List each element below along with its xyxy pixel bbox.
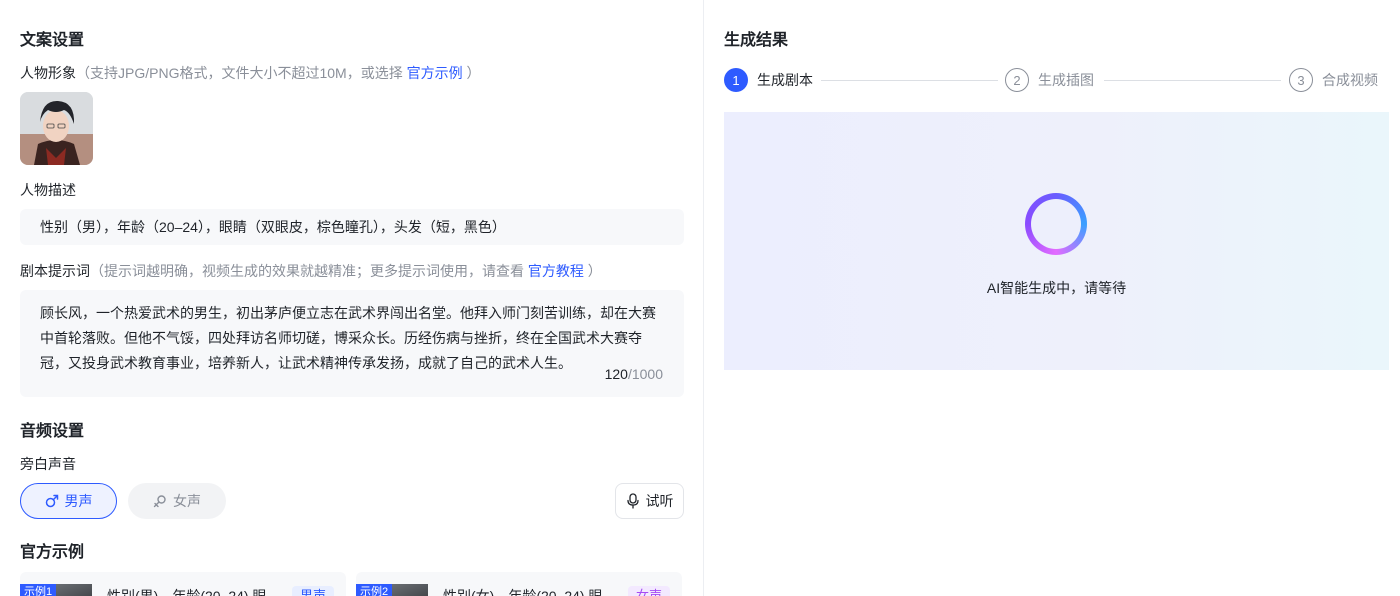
example-badge-2: 女声 [627, 586, 670, 596]
listen-label: 试听 [645, 493, 674, 509]
script-prompt-textarea[interactable]: 顾长风，一个热爱武术的男生，初出茅庐便立志在武术界闯出名堂。他拜入师门刻苦训练，… [20, 290, 684, 397]
settings-panel: 文案设置 人物形象（支持JPG/PNG格式，文件大小不超过10M，或选择 官方示… [0, 0, 704, 596]
narration-voice-label: 旁白声音 [20, 456, 76, 472]
script-prompt-hint-end: ） [587, 263, 602, 279]
example-badge-1: 男声 [291, 586, 334, 596]
example-thumbnail-1 [56, 584, 92, 596]
official-tutorial-link[interactable]: 官方教程 [528, 263, 584, 279]
female-voice-button[interactable]: 女声 [128, 483, 226, 519]
progress-steps: 1 生成剧本 2 生成插图 3 合成视频 [724, 68, 1400, 92]
examples-title: 官方示例 [20, 544, 85, 561]
step-connector-2 [1104, 80, 1281, 81]
example-card-1[interactable]: 示例1 性别(男)，年龄(20–24),眼 男声 [20, 572, 346, 596]
step-number-1: 1 [724, 68, 748, 92]
step-generate-script[interactable]: 1 生成剧本 [724, 68, 813, 92]
result-panel: 生成结果 1 生成剧本 2 生成插图 3 合成视频 AI智能生成中，请等待 [705, 0, 1400, 596]
character-portrait-icon [20, 92, 93, 165]
example-text-1: 性别(男)，年龄(20–24),眼 [107, 588, 267, 596]
step-connector-1 [821, 80, 998, 81]
result-title: 生成结果 [724, 32, 789, 49]
loading-spinner-icon [1025, 193, 1087, 255]
character-desc-input[interactable]: 性别（男），年龄（20–24），眼睛（双眼皮，棕色瞳孔），头发（短，黑色） [20, 209, 684, 245]
char-count: 120 [604, 366, 628, 382]
listen-button[interactable]: 试听 [615, 483, 684, 519]
character-avatar-image[interactable] [20, 92, 93, 165]
step-compose-video[interactable]: 3 合成视频 [1289, 68, 1378, 92]
step-label-2: 生成插图 [1038, 72, 1094, 88]
example-tag-1: 示例1 [20, 584, 57, 596]
male-voice-label: 男声 [64, 493, 93, 509]
step-generate-illustration[interactable]: 2 生成插图 [1005, 68, 1094, 92]
official-example-link[interactable]: 官方示例 [407, 65, 463, 81]
example-thumbnail-2 [392, 584, 428, 596]
audio-settings-title: 音频设置 [20, 423, 85, 440]
example-text-2: 性别(女)，年龄(20–24),眼 [443, 588, 603, 596]
script-prompt-label: 剧本提示词 [20, 263, 90, 279]
script-prompt-hint: （提示词越明确，视频生成的效果就越精准；更多提示词使用，请查看 [90, 263, 524, 279]
female-voice-label: 女声 [173, 493, 201, 509]
generating-status-text: AI智能生成中，请等待 [986, 280, 1127, 296]
script-prompt-label-row: 剧本提示词（提示词越明确，视频生成的效果就越精准；更多提示词使用，请查看 官方教… [20, 261, 602, 281]
script-prompt-text: 顾长风，一个热爱武术的男生，初出茅庐便立志在武术界闯出名堂。他拜入师门刻苦训练，… [40, 305, 656, 371]
male-symbol-icon [45, 494, 58, 508]
male-voice-button[interactable]: 男声 [20, 483, 117, 519]
character-image-label-row: 人物形象（支持JPG/PNG格式，文件大小不超过10M，或选择 官方示例 ） [20, 63, 480, 83]
character-image-label: 人物形象 [20, 65, 76, 81]
character-image-hint: （支持JPG/PNG格式，文件大小不超过10M，或选择 [76, 65, 403, 81]
example-card-2[interactable]: 示例2 性别(女)，年龄(20–24),眼 女声 [356, 572, 682, 596]
microphone-icon [626, 493, 639, 509]
step-number-2: 2 [1005, 68, 1029, 92]
app-root: 文案设置 人物形象（支持JPG/PNG格式，文件大小不超过10M，或选择 官方示… [0, 0, 1400, 596]
example-tag-2: 示例2 [356, 584, 393, 596]
step-label-3: 合成视频 [1322, 72, 1378, 88]
char-max: /1000 [627, 366, 663, 382]
step-number-3: 3 [1289, 68, 1313, 92]
char-counter: 120/1000 [605, 362, 663, 387]
copy-settings-title: 文案设置 [20, 32, 85, 49]
female-symbol-icon [153, 495, 166, 508]
character-image-hint-end: ） [466, 65, 481, 81]
step-label-1: 生成剧本 [757, 72, 813, 88]
character-desc-label: 人物描述 [20, 182, 76, 198]
generation-preview-area: AI智能生成中，请等待 [724, 112, 1389, 370]
